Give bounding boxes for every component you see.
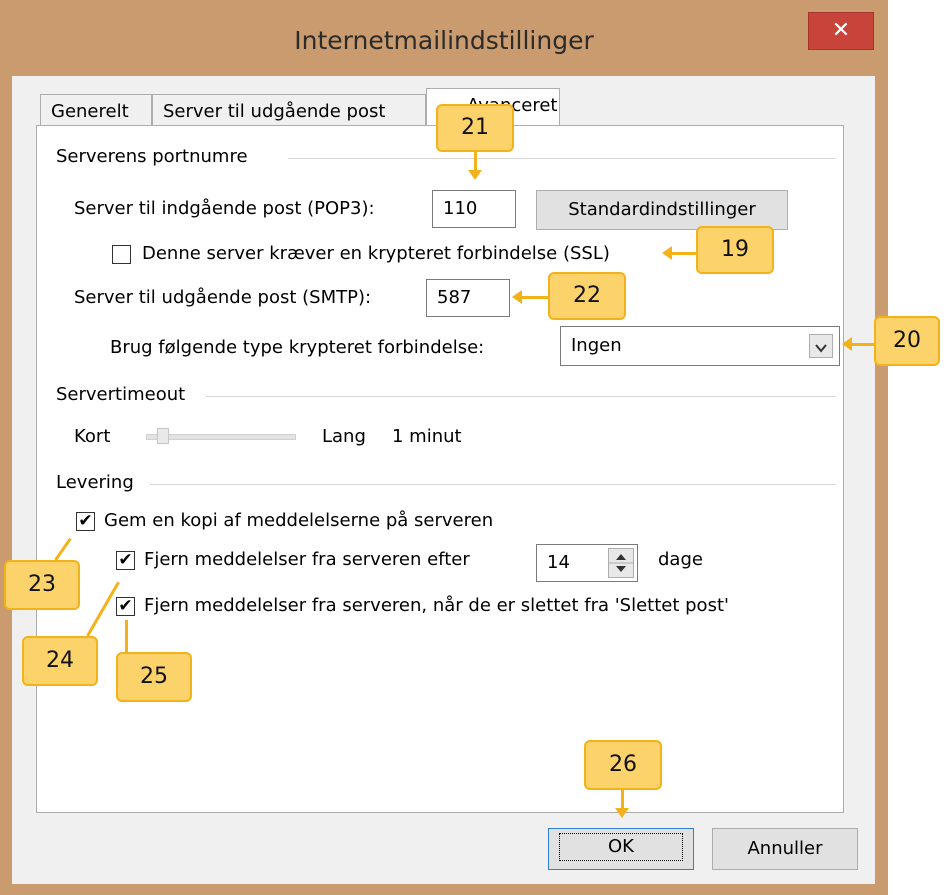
stepper-arrows-icon (609, 554, 633, 572)
window-title: Internetmailindstillinger (294, 26, 594, 55)
timeout-long-label: Lang (322, 426, 366, 447)
incoming-port-input[interactable]: 110 (432, 190, 516, 228)
group-divider (288, 158, 836, 159)
arrow-head-icon (842, 337, 852, 351)
outgoing-port-input[interactable]: 587 (426, 279, 510, 317)
group-title-delivery: Levering (56, 472, 134, 493)
arrow-head-icon (662, 246, 672, 260)
remove-deleted-label: Fjern meddelelser fra serveren, når de e… (144, 595, 729, 616)
callout-26: 26 (584, 740, 662, 790)
title-bar: Internetmailindstillinger ✕ (0, 0, 888, 72)
remove-after-label: Fjern meddelelser fra serveren efter (144, 549, 470, 570)
ok-button[interactable]: OK (548, 828, 694, 870)
callout-arrow (522, 296, 548, 299)
keep-copy-label: Gem en kopi af meddelelserne på serveren (104, 510, 494, 531)
days-unit-label: dage (658, 549, 703, 570)
close-button[interactable]: ✕ (808, 12, 874, 50)
ssl-label: Denne server kræver en krypteret forbind… (142, 243, 610, 264)
keep-copy-checkbox[interactable]: ✔ (76, 512, 95, 531)
arrow-head-icon (615, 808, 629, 818)
tab-label: Server til udgående post (163, 101, 386, 122)
callout-21: 21 (436, 104, 514, 152)
tab-server-udgaaende[interactable]: Server til udgående post (152, 94, 426, 128)
group-title-timeout: Servertimeout (56, 384, 186, 405)
tab-label: Generelt (51, 101, 129, 122)
arrow-head-icon (512, 290, 522, 304)
chevron-down-icon[interactable] (809, 334, 833, 358)
days-stepper-buttons[interactable] (608, 548, 634, 578)
ssl-checkbox[interactable] (112, 245, 131, 264)
callout-arrow (672, 252, 696, 255)
defaults-button[interactable]: Standardindstillinger (536, 190, 788, 230)
encryption-label: Brug følgende type krypteret forbindelse… (110, 337, 485, 358)
timeout-short-label: Kort (74, 426, 111, 447)
callout-23: 23 (4, 560, 80, 610)
encryption-selected-value: Ingen (571, 335, 622, 356)
remove-deleted-checkbox[interactable]: ✔ (116, 597, 135, 616)
callout-arrow (852, 343, 874, 346)
callout-25: 25 (116, 652, 192, 702)
callout-20: 20 (874, 316, 940, 366)
encryption-select[interactable]: Ingen (560, 326, 840, 366)
remove-after-checkbox[interactable]: ✔ (116, 551, 135, 570)
cancel-button[interactable]: Annuller (712, 828, 858, 870)
callout-arrow (125, 620, 128, 652)
timeout-value: 1 minut (392, 426, 462, 447)
callout-22: 22 (548, 272, 626, 320)
tab-generelt[interactable]: Generelt (40, 94, 152, 128)
incoming-port-label: Server til indgående post (POP3): (74, 198, 375, 219)
group-divider (150, 484, 836, 485)
slider-thumb[interactable] (157, 428, 169, 444)
timeout-slider[interactable] (146, 428, 296, 444)
outgoing-port-label: Server til udgående post (SMTP): (74, 287, 372, 308)
group-title-ports: Serverens portnumre (56, 146, 248, 167)
arrow-head-icon (468, 170, 482, 180)
callout-19: 19 (696, 226, 774, 274)
callout-24: 24 (22, 636, 98, 686)
ok-label: OK (559, 833, 683, 861)
group-divider (206, 396, 836, 397)
